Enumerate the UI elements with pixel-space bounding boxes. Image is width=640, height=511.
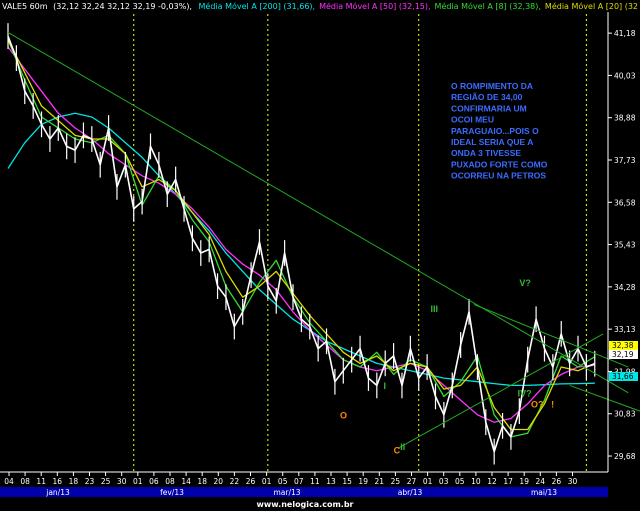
price-badge-2: 31,66 <box>612 372 634 381</box>
annotation-line-6: ONDA 3 TIVESSE <box>451 148 521 158</box>
wave-label-7: O <box>340 411 347 421</box>
header-ma-value-3: (32 <box>625 2 638 11</box>
x-tick-label-22: 19 <box>358 477 368 486</box>
x-tick-label-20: 13 <box>326 477 336 486</box>
y-tick-label-3: 37,73 <box>614 156 636 165</box>
y-tick-label-10: 29,68 <box>614 452 636 461</box>
x-tick-label-23: 21 <box>375 477 385 486</box>
header-ma-value-1: (32,15), <box>399 2 431 11</box>
wave-label-1: III <box>430 304 438 314</box>
x-tick-label-17: 05 <box>278 477 288 486</box>
x-tick-label-13: 20 <box>214 477 224 486</box>
price-badge-0: 32,38 <box>612 341 634 350</box>
x-tick-label-25: 27 <box>407 477 417 486</box>
x-tick-label-14: 22 <box>230 477 240 486</box>
x-tick-label-15: 26 <box>246 477 256 486</box>
x-tick-label-33: 24 <box>536 477 546 486</box>
x-tick-label-12: 18 <box>197 477 207 486</box>
y-tick-label-7: 33,13 <box>614 325 636 334</box>
header-symbol: VALE5 60m <box>2 2 48 11</box>
annotation-line-3: OCOI MEU <box>451 115 494 125</box>
x-tick-label-7: 30 <box>117 477 127 486</box>
annotation-line-5: IDEAL SERIA QUE A <box>451 137 533 147</box>
annotation-line-4: PARAGUAIO...POIS O <box>451 126 539 136</box>
x-tick-label-27: 03 <box>439 477 449 486</box>
x-tick-label-9: 06 <box>149 477 159 486</box>
x-tick-label-26: 01 <box>423 477 433 486</box>
annotation-line-8: OCORREU NA PETROS <box>451 171 546 181</box>
header-ma-value-2: (32,38), <box>509 2 541 11</box>
x-tick-label-2: 11 <box>36 477 46 486</box>
x-tick-label-35: 30 <box>568 477 578 486</box>
x-tick-label-30: 12 <box>487 477 497 486</box>
annotation-line-2: CONFIRMARIA UM <box>451 103 527 113</box>
header-ma-value-0: (31,66), <box>283 2 315 11</box>
x-tick-label-21: 15 <box>342 477 352 486</box>
x-tick-label-6: 25 <box>101 477 111 486</box>
annotation-line-1: REGIÃO DE 34,00 <box>451 92 523 102</box>
wave-label-6: ! <box>551 399 554 409</box>
x-tick-label-28: 05 <box>455 477 465 486</box>
annotation-line-7: PUXADO FORTE COMO <box>451 159 548 169</box>
x-tick-label-24: 25 <box>391 477 401 486</box>
x-tick-label-32: 19 <box>519 477 529 486</box>
wave-label-0: V? <box>519 278 531 288</box>
wave-label-2: I <box>384 381 387 391</box>
header-ma-3: Média Móvel A [20] <box>545 1 625 11</box>
wave-label-8: C <box>394 445 401 455</box>
y-tick-label-2: 38,88 <box>614 114 636 123</box>
footer-watermark: www.nelogica.com.br <box>257 500 354 509</box>
wave-label-3: IV? <box>518 388 532 398</box>
y-tick-label-5: 35,43 <box>614 241 636 250</box>
month-label-4: mai/13 <box>531 488 557 497</box>
x-tick-label-1: 08 <box>20 477 30 486</box>
wave-label-5: O? <box>531 399 544 409</box>
month-label-2: mar/13 <box>273 488 300 497</box>
price-badge-1: 32,19 <box>612 350 634 359</box>
price-chart[interactable]: V?IIIIIV?IIO? !OC O ROMPIMENTO DA REGIÃO D… <box>0 0 640 511</box>
y-tick-label-4: 36,58 <box>614 198 636 207</box>
x-tick-label-29: 10 <box>471 477 481 486</box>
x-tick-label-19: 11 <box>310 477 320 486</box>
month-label-3: abr/13 <box>398 488 423 497</box>
chart-background <box>0 0 640 511</box>
header-ma-0: Média Móvel A [200] <box>199 1 284 11</box>
y-tick-label-9: 30,83 <box>614 410 636 419</box>
x-tick-label-4: 18 <box>69 477 79 486</box>
header-ohlc: (32,12 32,24 32,12 32,19 -0,03%), <box>53 2 192 11</box>
y-tick-label-1: 40,03 <box>614 71 636 80</box>
x-tick-label-34: 26 <box>552 477 562 486</box>
header-ma-2: Média Móvel A [8] <box>435 1 510 11</box>
x-tick-label-16: 01 <box>262 477 272 486</box>
header-ma-1: Média Móvel A [50] <box>319 1 399 11</box>
x-tick-label-10: 08 <box>165 477 175 486</box>
x-tick-label-0: 04 <box>4 477 14 486</box>
annotation-line-0: O ROMPIMENTO DA <box>451 81 533 91</box>
x-tick-label-31: 17 <box>503 477 513 486</box>
y-tick-label-6: 34,28 <box>614 283 636 292</box>
month-label-1: fev/13 <box>160 488 184 497</box>
x-tick-label-11: 14 <box>181 477 191 486</box>
x-tick-label-18: 07 <box>294 477 304 486</box>
x-tick-label-5: 23 <box>85 477 95 486</box>
wave-label-4: II <box>400 442 405 452</box>
x-tick-label-3: 16 <box>53 477 63 486</box>
x-tick-label-8: 01 <box>133 477 143 486</box>
month-bar <box>0 487 608 497</box>
y-tick-label-0: 41,18 <box>614 29 636 38</box>
month-label-0: jan/13 <box>45 488 70 497</box>
